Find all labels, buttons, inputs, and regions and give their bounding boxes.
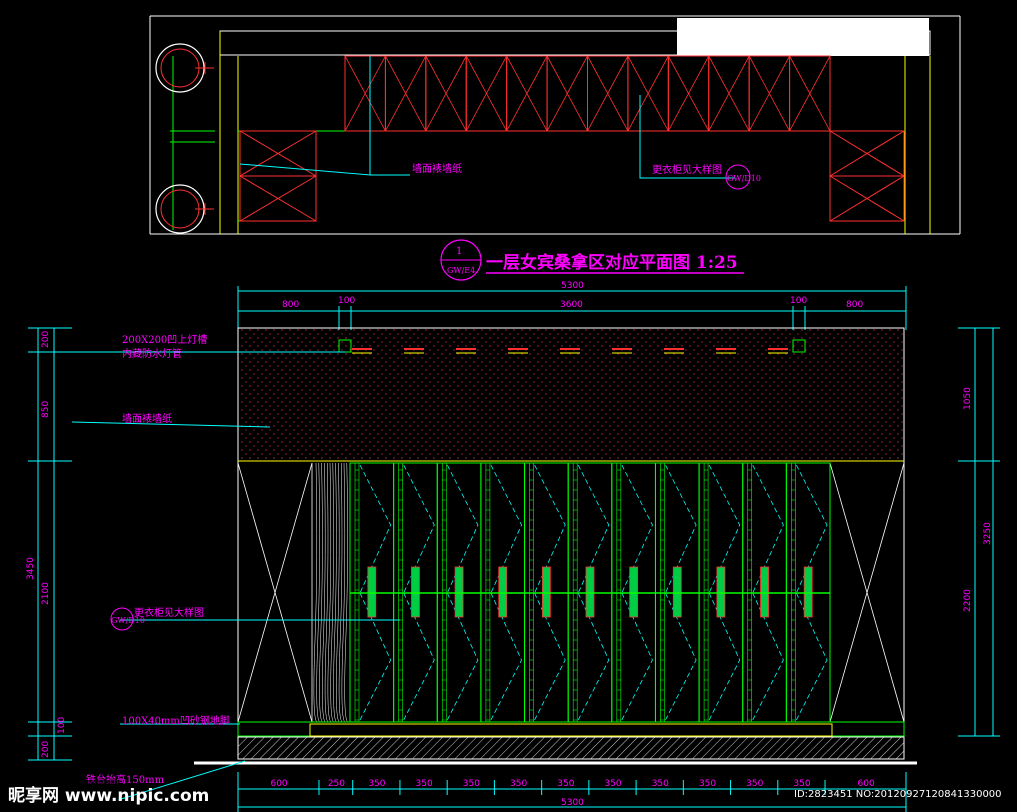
index-number: 1 xyxy=(456,246,462,257)
dim-bottom-segment: 350 xyxy=(699,779,716,789)
plan-locker-label: 更衣柜见大样图 xyxy=(652,163,722,176)
locker-handle xyxy=(803,566,813,618)
dim-bottom-segment: 250 xyxy=(328,779,345,789)
dim-bottom-segment: 350 xyxy=(463,779,480,789)
locker-handle xyxy=(672,566,682,618)
dim-top-segment: 100 xyxy=(338,296,355,306)
dim-bottom-segment: 600 xyxy=(858,779,875,789)
plan-locker-tag: GW/D10 xyxy=(727,174,761,183)
page-title: 一层女宾桑拿区对应平面图 1:25 xyxy=(486,252,738,273)
dim-bottom-segment: 350 xyxy=(793,779,810,789)
dim-left: 200 xyxy=(41,331,51,348)
plan-view: 墙面裱墙纸 更衣柜见大样图 GW/D10 xyxy=(149,15,961,235)
locker-handle xyxy=(411,566,420,618)
watermark-site: 昵享网 www.nipic.com xyxy=(8,785,209,806)
dim-bottom-segment: 350 xyxy=(652,779,669,789)
dim-top-segment: 100 xyxy=(790,296,807,306)
locker-handle xyxy=(454,566,464,618)
dim-bottom-segment: 350 xyxy=(557,779,574,789)
dim-bottom-segment: 350 xyxy=(746,779,763,789)
watermark-image-id: ID:2823451 NO:20120927120841330000 xyxy=(794,789,1002,800)
note-wallpaper: 墙面裱墙纸 xyxy=(122,412,172,425)
cad-drawing: 墙面裱墙纸 更衣柜见大样图 GW/D10 1 GW/E4 一层女宾桑拿区对应平面… xyxy=(0,15,1002,812)
locker-handle xyxy=(629,566,639,618)
dim-top-segment: 800 xyxy=(846,300,863,310)
round-tub-icon xyxy=(155,184,214,234)
note-locker-tag: GW/D10 xyxy=(111,616,145,625)
dim-right: 1050 xyxy=(963,387,973,410)
dim-top-segment: 3600 xyxy=(560,300,583,310)
locker-handle xyxy=(760,566,769,618)
drawing-title: 1 GW/E4 一层女宾桑拿区对应平面图 1:25 xyxy=(440,239,744,281)
dim-left: 2100 xyxy=(41,582,51,605)
white-title-block xyxy=(677,18,929,56)
dim-left: 200 xyxy=(41,741,51,758)
dim-overall-top: 5300 xyxy=(561,281,584,291)
dim-right: 2200 xyxy=(963,589,973,612)
note-light-trough: 内藏防水灯管 xyxy=(122,347,182,360)
dim-right: 3250 xyxy=(983,522,993,545)
locker-handle xyxy=(541,566,551,618)
dim-bottom-segment: 350 xyxy=(368,779,385,789)
elevation-view: 5300 800 100 3600 100 800 200 850 3450 2… xyxy=(26,281,1000,812)
dim-bottom-segment: 350 xyxy=(416,779,433,789)
dim-bottom-segment: 350 xyxy=(510,779,527,789)
locker-handle xyxy=(585,566,595,618)
dim-bottom-segment: 350 xyxy=(604,779,621,789)
note-skirting: 100X40mm凹砂钢地脚 xyxy=(122,714,230,727)
note-light-trough: 200X200凹上灯槽 xyxy=(122,333,207,346)
dim-top-segment: 800 xyxy=(282,300,299,310)
round-tub-icon xyxy=(155,43,214,93)
locker-handle xyxy=(498,566,508,618)
dim-left: 3450 xyxy=(26,557,36,580)
locker-handle xyxy=(716,566,726,618)
dim-overall-bottom: 5300 xyxy=(561,798,584,808)
dim-left: 100 xyxy=(57,717,67,734)
plan-wallpaper-label: 墙面裱墙纸 xyxy=(412,162,462,175)
locker-handle xyxy=(367,566,377,618)
dim-bottom-segment: 600 xyxy=(270,779,287,789)
dim-left: 850 xyxy=(41,401,51,418)
index-sheet: GW/E4 xyxy=(447,266,475,275)
